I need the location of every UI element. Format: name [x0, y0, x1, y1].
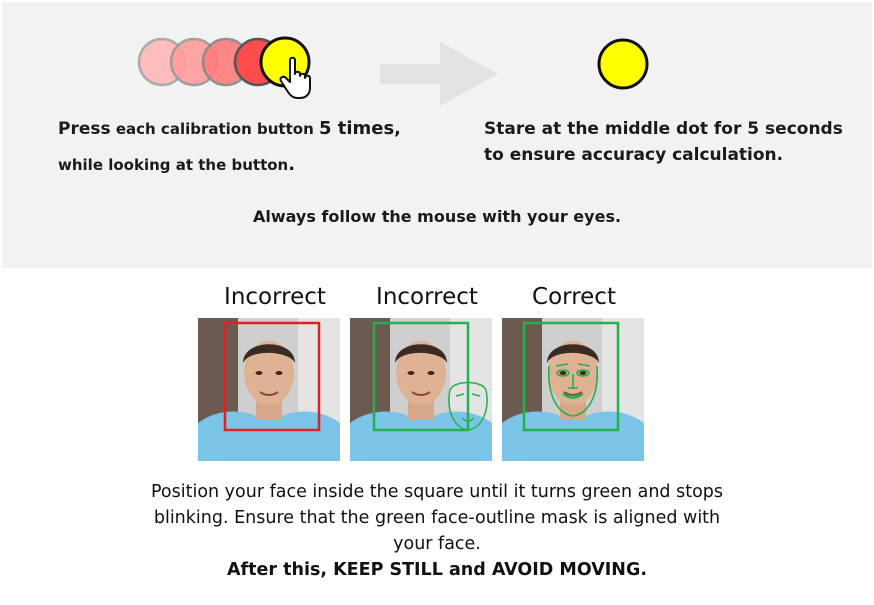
- example-photo-incorrect-mask: [350, 318, 492, 461]
- stare-instruction: Stare at the middle dot for 5 seconds to…: [484, 116, 843, 168]
- example-photo-correct: [502, 318, 644, 461]
- follow-mouse-note: Always follow the mouse with your eyes.: [252, 207, 622, 226]
- calibration-dots-illustration: [137, 36, 311, 99]
- middle-dot: [597, 38, 649, 90]
- stare-line-1: Stare at the middle dot for 5 seconds: [484, 119, 843, 139]
- example-caption-1: Incorrect: [224, 284, 326, 310]
- position-line-1: Position your face inside the square unt…: [150, 482, 723, 502]
- face-illustration: [350, 318, 492, 461]
- position-line-2: blinking. Ensure that the green face-out…: [153, 508, 721, 528]
- stare-line-2: to ensure accuracy calculation.: [484, 145, 784, 165]
- face-illustration: [502, 318, 644, 461]
- face-illustration: [198, 318, 340, 461]
- keep-still-warning: After this, KEEP STILL and AVOID MOVING.: [227, 560, 647, 580]
- calibration-instruction: Press each calibration button 5 times, w…: [58, 118, 401, 175]
- arrow-right-icon: [380, 42, 498, 106]
- example-caption-3: Correct: [532, 284, 616, 310]
- position-line-3: your face.: [393, 534, 481, 554]
- example-caption-2: Incorrect: [376, 284, 478, 310]
- position-instructions: Position your face inside the square unt…: [80, 479, 794, 583]
- example-photo-incorrect-offset: [198, 318, 340, 461]
